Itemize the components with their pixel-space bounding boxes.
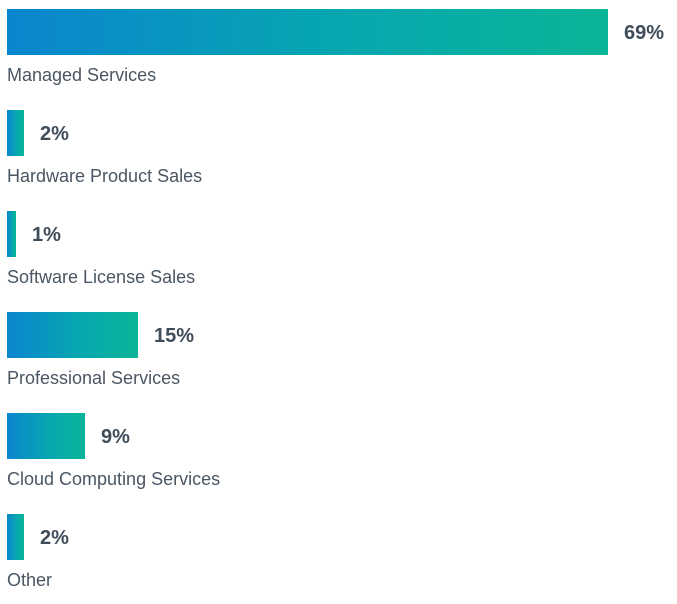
- category-label: Hardware Product Sales: [7, 166, 203, 186]
- bar-chart: 69% Managed Services 2% Hardware Product Sa…: [0, 0, 677, 593]
- bar: [7, 413, 85, 459]
- category-label: Software License Sales: [7, 267, 196, 287]
- bar: [7, 110, 24, 156]
- bar-value-label: 2%: [40, 527, 69, 549]
- bar-value-label: 2%: [40, 123, 69, 145]
- bar: [7, 514, 24, 560]
- bar-row: 15% Professional Services: [7, 312, 675, 402]
- bar-row: 2% Other: [7, 514, 675, 604]
- bar: [7, 211, 16, 257]
- bar-row: 69% Managed Services: [7, 9, 675, 99]
- bar: [7, 9, 608, 55]
- bar: [7, 312, 138, 358]
- category-label: Managed Services: [7, 65, 157, 85]
- bar-row: 2% Hardware Product Sales: [7, 110, 675, 200]
- bar-row: 9% Cloud Computing Services: [7, 413, 675, 503]
- bar-value-label: 15%: [154, 325, 195, 347]
- category-label: Other: [7, 570, 53, 590]
- category-label: Cloud Computing Services: [7, 469, 221, 489]
- bar-value-label: 9%: [101, 426, 130, 448]
- category-label: Professional Services: [7, 368, 181, 388]
- bar-value-label: 1%: [32, 224, 61, 246]
- bar-value-label: 69%: [624, 22, 665, 44]
- bar-row: 1% Software License Sales: [7, 211, 675, 301]
